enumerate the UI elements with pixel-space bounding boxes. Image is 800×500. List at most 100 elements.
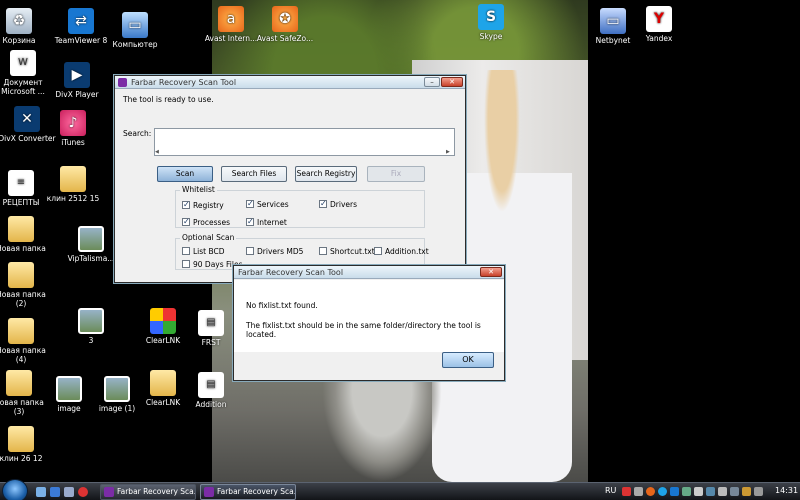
action-center-tray-icon[interactable]	[754, 487, 763, 496]
desktop-icon-label: Новая папка (2)	[0, 290, 46, 308]
window-switcher-icon[interactable]	[64, 487, 74, 497]
desktop-icon-photo-3[interactable]: 3	[60, 308, 122, 345]
taskbar-task-frst-2[interactable]: Farbar Recovery Sca...	[200, 484, 296, 500]
minimize-button[interactable]: –	[424, 77, 440, 87]
update-tray-icon[interactable]	[706, 487, 715, 496]
checkbox-empty-icon	[374, 247, 382, 255]
desktop-icon-label: DivX Player	[55, 90, 99, 99]
checkbox-label: Drivers	[330, 200, 357, 209]
desktop-icon-avast-safezone[interactable]: ✪ Avast SafeZo...	[254, 6, 316, 43]
checkbox-checked-icon	[319, 199, 327, 208]
photo-icon	[78, 308, 104, 334]
teamviewer-tray-icon[interactable]	[670, 487, 679, 496]
folder-icon	[6, 370, 32, 396]
internet-explorer-icon[interactable]	[50, 487, 60, 497]
whitelist-drivers-checkbox[interactable]: Drivers	[319, 199, 357, 209]
desktop-icon-folder-klin-2612[interactable]: клин 26 12	[0, 426, 52, 463]
checkbox-checked-icon	[182, 217, 190, 226]
show-desktop-icon[interactable]	[36, 487, 46, 497]
search-input[interactable]: ◀ ▶	[154, 128, 455, 156]
whitelist-processes-checkbox[interactable]: Processes	[182, 217, 230, 227]
ok-button[interactable]: OK	[442, 352, 494, 368]
checkbox-label: Registry	[193, 201, 224, 210]
whitelist-internet-checkbox[interactable]: Internet	[246, 217, 287, 227]
taskbar-task-frst-1[interactable]: Farbar Recovery Sca...	[100, 484, 196, 500]
checkbox-empty-icon	[246, 247, 254, 255]
display-tray-icon[interactable]	[730, 487, 739, 496]
folder-icon	[60, 166, 86, 192]
whitelist-services-checkbox[interactable]: Services	[246, 199, 289, 209]
optional-drivers-md5-checkbox[interactable]: Drivers MD5	[246, 247, 303, 256]
network-icon: ▭	[600, 8, 626, 34]
yandex-tray-icon[interactable]	[622, 487, 631, 496]
desktop-icon-label: iTunes	[61, 138, 85, 147]
frst-titlebar[interactable]: Farbar Recovery Scan Tool – ✕	[115, 76, 465, 89]
message-box-title: Farbar Recovery Scan Tool	[238, 268, 344, 277]
skype-icon: S	[478, 4, 504, 30]
close-button[interactable]: ✕	[480, 267, 502, 277]
taskbar-task-label: Farbar Recovery Sca...	[117, 487, 196, 496]
scroll-right-icon[interactable]: ▶	[446, 149, 454, 155]
yandex-browser-icon[interactable]	[78, 487, 88, 497]
desktop-icon-new-folder[interactable]: Новая папка	[0, 216, 52, 253]
volume-tray-icon[interactable]	[694, 487, 703, 496]
desktop-icon-label: VipTalisma...	[67, 254, 115, 263]
checkbox-checked-icon	[246, 199, 254, 208]
checkbox-label: List BCD	[193, 247, 225, 256]
fix-button[interactable]: Fix	[367, 166, 425, 182]
desktop-icon-label: ClearLNK	[145, 398, 181, 407]
scan-button[interactable]: Scan	[157, 166, 213, 182]
photo-icon	[56, 376, 82, 402]
optional-shortcut-txt-checkbox[interactable]: Shortcut.txt	[319, 247, 375, 256]
desktop-icon-divx-player[interactable]: ▶ DivX Player	[46, 62, 108, 99]
desktop-icon-label: Skype	[479, 32, 503, 41]
checkbox-label: Drivers MD5	[257, 247, 304, 256]
whitelist-group: Whitelist Registry Services Drivers Proc…	[175, 185, 425, 228]
language-indicator[interactable]: RU	[605, 486, 616, 495]
frst-window-controls: – ✕	[424, 77, 463, 87]
tray-arrow-icon[interactable]	[634, 487, 643, 496]
desktop-icon-teamviewer[interactable]: ⇄ TeamViewer 8	[50, 8, 112, 45]
desktop-icon-recycle-bin[interactable]: ♻ Корзина	[0, 8, 50, 45]
whitelist-registry-checkbox[interactable]: Registry	[182, 200, 224, 210]
desktop-icon-skype[interactable]: S Skype	[460, 4, 522, 41]
desktop-icon-label: 3	[88, 336, 94, 345]
message-box: Farbar Recovery Scan Tool ✕ No fixlist.t…	[233, 265, 505, 381]
desktop-icon-label: Новая папка (4)	[0, 346, 46, 364]
desktop-icon-yandex[interactable]: Y Yandex	[628, 6, 690, 43]
network-tray-icon[interactable]	[682, 487, 691, 496]
desktop-icon-computer[interactable]: ▭ Компьютер	[104, 12, 166, 49]
skype-tray-icon[interactable]	[658, 487, 667, 496]
frst-app-icon	[118, 78, 127, 87]
safely-remove-tray-icon[interactable]	[718, 487, 727, 496]
start-button[interactable]	[2, 479, 28, 500]
message-line-1: No fixlist.txt found.	[246, 301, 318, 310]
file-icon: ▤	[198, 372, 224, 398]
avast-icon: a	[218, 6, 244, 32]
scroll-left-icon[interactable]: ◀	[155, 149, 163, 155]
search-registry-button[interactable]: Search Registry	[295, 166, 357, 182]
desktop-icon-label: Avast SafeZo...	[256, 34, 314, 43]
desktop-icon-folder-klin-2512[interactable]: клин 2512 15	[42, 166, 104, 203]
optional-list-bcd-checkbox[interactable]: List BCD	[182, 247, 225, 256]
desktop-icon-new-folder-2[interactable]: Новая папка (2)	[0, 262, 52, 308]
desktop-icon-avast-internet[interactable]: a Avast Intern...	[200, 6, 262, 43]
folder-icon	[8, 262, 34, 288]
optional-addition-txt-checkbox[interactable]: Addition.txt	[374, 247, 429, 256]
desktop-icon-label: ClearLNK	[145, 336, 181, 345]
power-tray-icon[interactable]	[742, 487, 751, 496]
desktop-icon-label: клин 26 12	[0, 454, 43, 463]
message-box-titlebar[interactable]: Farbar Recovery Scan Tool ✕	[234, 266, 504, 279]
avast-tray-icon[interactable]	[646, 487, 655, 496]
desktop-icon-new-folder-4[interactable]: Новая папка (4)	[0, 318, 52, 364]
clock[interactable]: 14:31	[775, 486, 798, 495]
message-box-controls: ✕	[480, 267, 502, 277]
close-button[interactable]: ✕	[441, 77, 463, 87]
desktop-icon-label: TeamViewer 8	[54, 36, 108, 45]
desktop-icon-label: FRST	[201, 338, 221, 347]
desktop-icon-label: клин 2512 15	[46, 194, 100, 203]
frst-window-title: Farbar Recovery Scan Tool	[131, 78, 237, 87]
desktop-icon-viptalisman[interactable]: VipTalisma...	[60, 226, 122, 263]
desktop-icon-itunes[interactable]: ♪ iTunes	[42, 110, 104, 147]
search-files-button[interactable]: Search Files	[221, 166, 287, 182]
